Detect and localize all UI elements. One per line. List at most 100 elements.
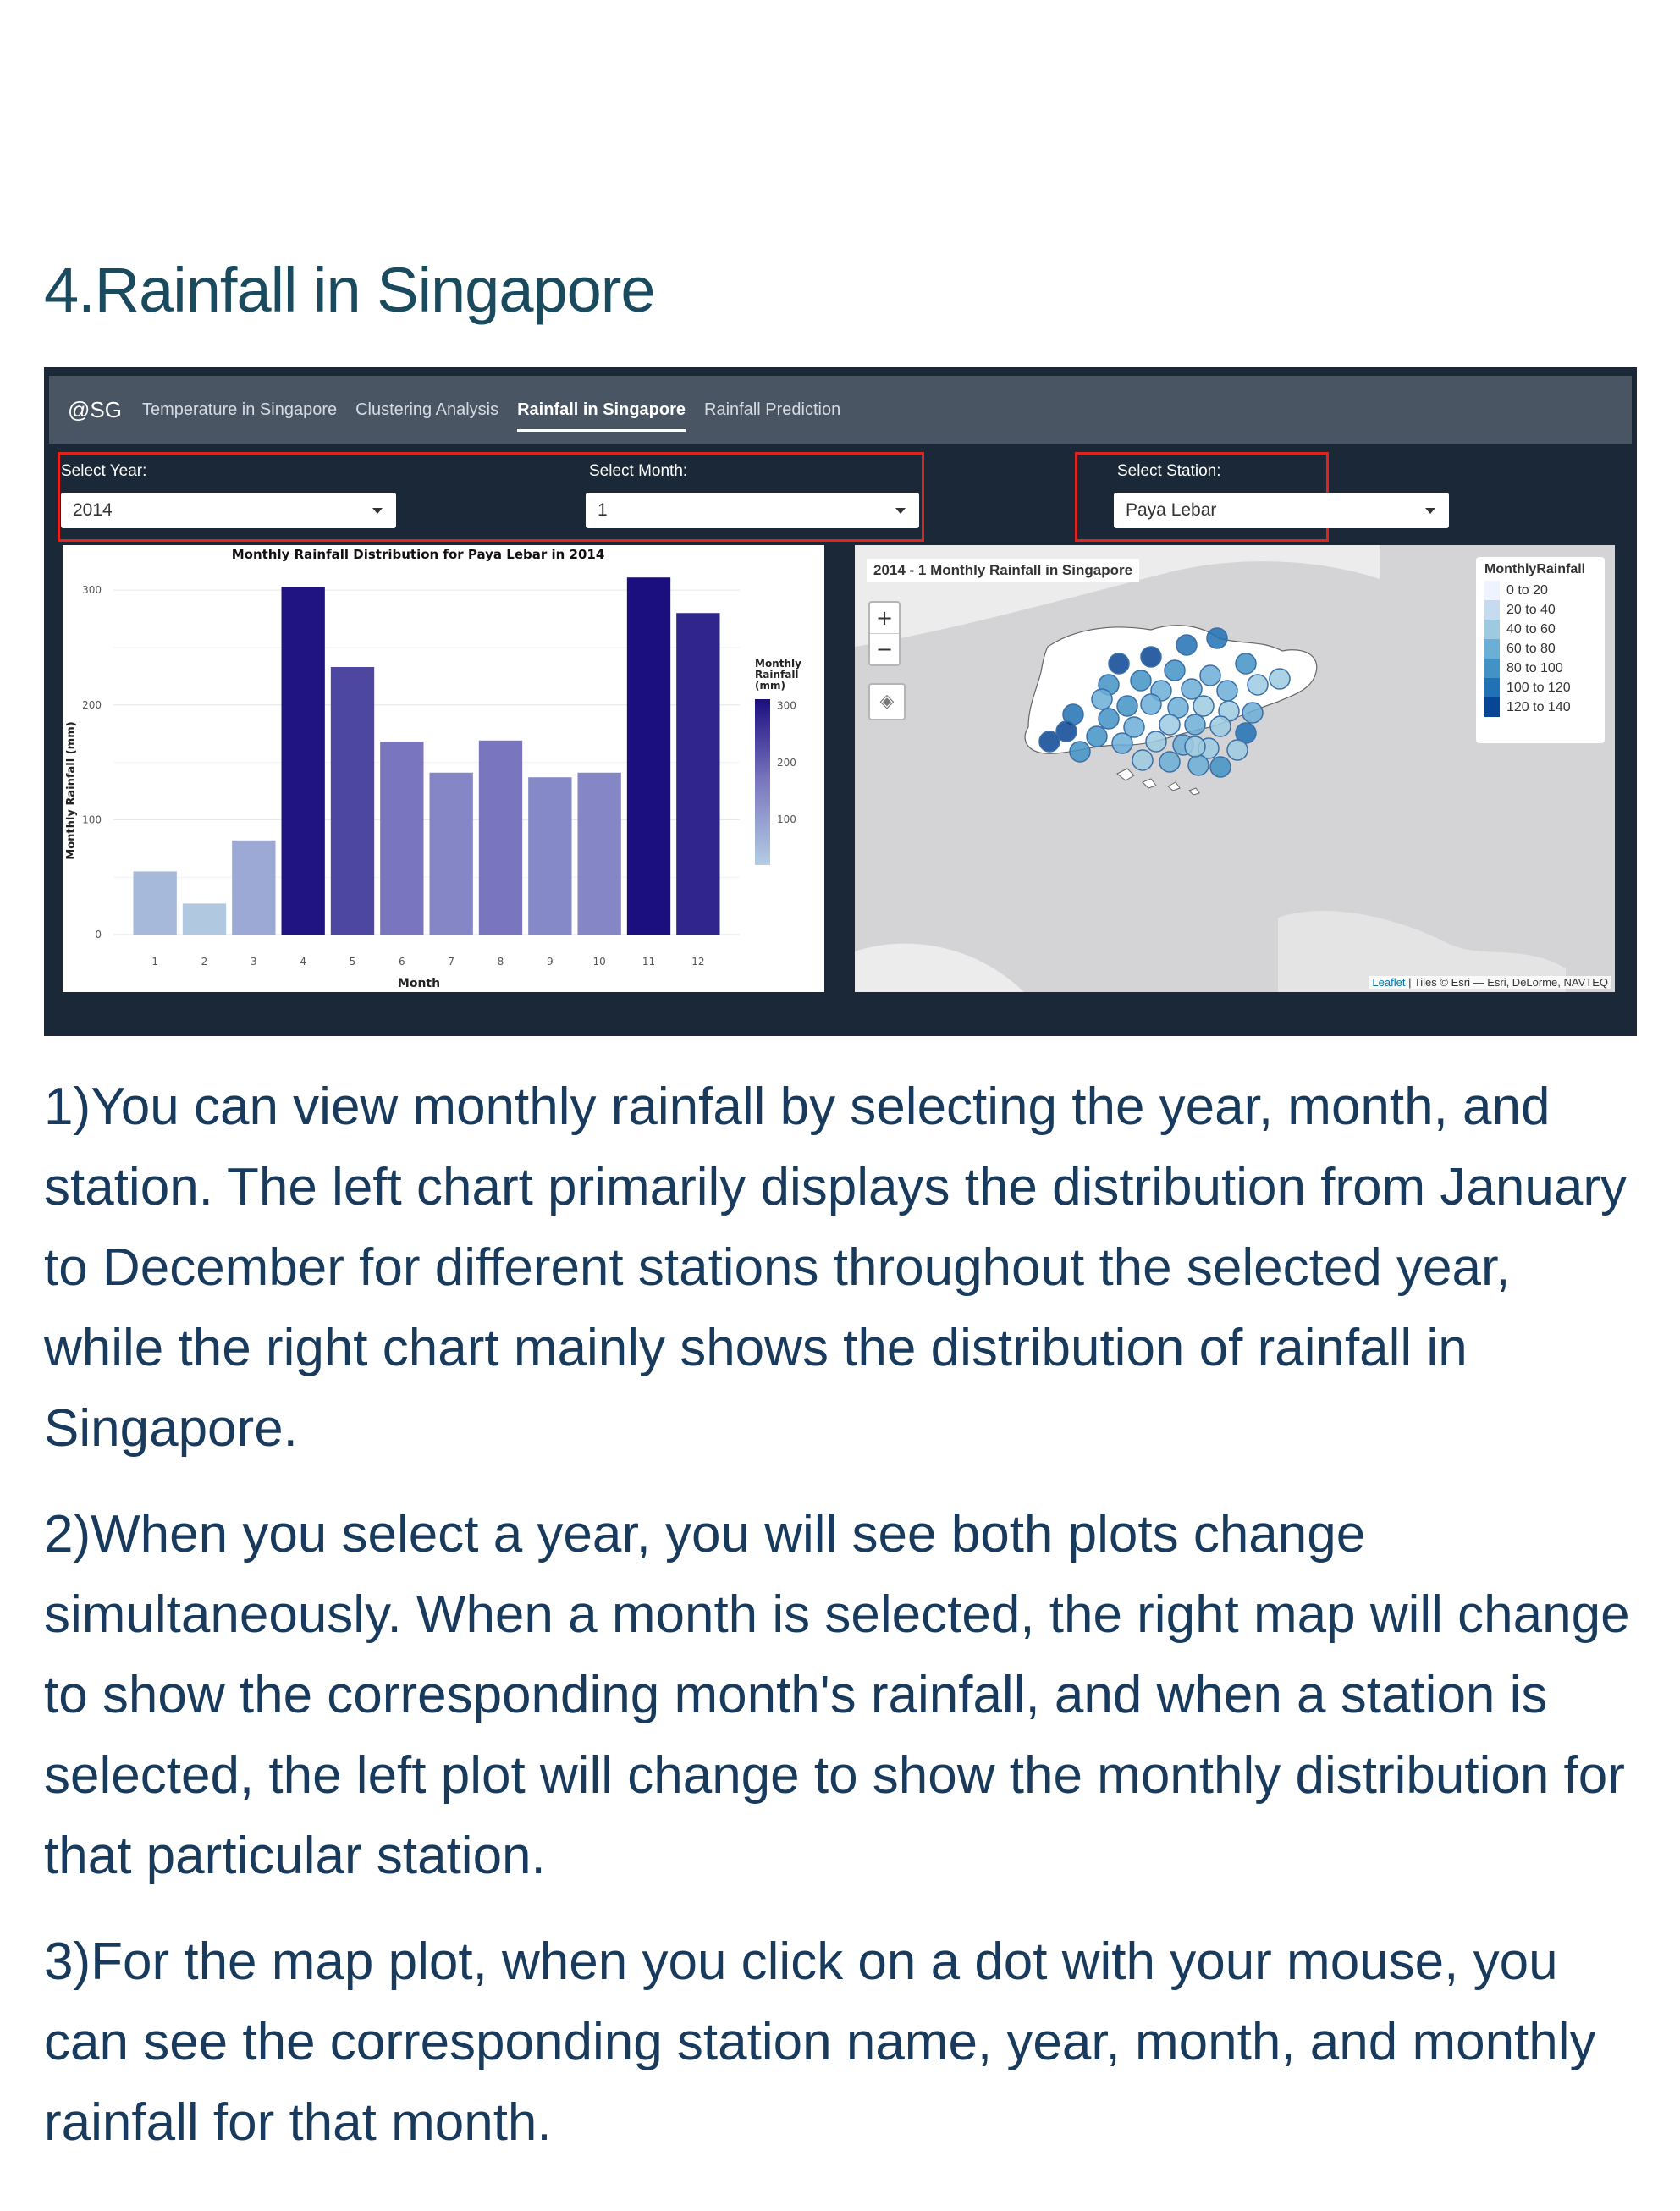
legend-item: 60 to 80 xyxy=(1484,639,1596,659)
station-select-value: Paya Lebar xyxy=(1126,500,1217,520)
station-marker[interactable] xyxy=(1226,739,1248,761)
legend-swatch xyxy=(1484,678,1500,697)
bar-month-3 xyxy=(232,840,276,935)
bar-chart-ylabel: Monthly Rainfall (mm) xyxy=(65,721,78,859)
year-select-value: 2014 xyxy=(73,500,113,520)
x-tick-label: 2 xyxy=(201,956,208,968)
bar-chart-panel: 1 2 3 4 5 6 7 8 9 10 11 12 0 100 200 300 Monthly Rainfa… xyxy=(63,545,824,992)
station-marker[interactable] xyxy=(1209,756,1231,778)
station-marker[interactable] xyxy=(1145,731,1167,753)
legend-swatch xyxy=(1484,581,1500,600)
bar-month-4 xyxy=(281,587,325,935)
bar-chart-xlabel: Month xyxy=(398,977,440,990)
station-marker[interactable] xyxy=(1132,749,1154,771)
sumatra-landmass xyxy=(855,943,1024,992)
station-marker[interactable] xyxy=(1193,695,1215,717)
year-label: Select Year: xyxy=(61,462,147,480)
month-select-value: 1 xyxy=(598,500,608,520)
station-marker[interactable] xyxy=(1206,627,1228,649)
station-marker[interactable] xyxy=(1091,688,1113,710)
legend-item: 80 to 100 xyxy=(1484,659,1596,678)
zoom-out-button[interactable]: − xyxy=(870,634,899,664)
station-marker[interactable] xyxy=(1159,751,1181,773)
tab-rainfall[interactable]: Rainfall in Singapore xyxy=(517,400,686,432)
station-label: Select Station: xyxy=(1117,462,1221,480)
colorbar-tick-label: 100 xyxy=(777,813,796,825)
station-marker[interactable] xyxy=(1086,725,1108,747)
legend-item: 120 to 140 xyxy=(1484,697,1596,717)
legend-item: 100 to 120 xyxy=(1484,678,1596,697)
legend-swatch xyxy=(1484,620,1500,639)
bar-month-5 xyxy=(330,666,375,935)
station-marker[interactable] xyxy=(1199,664,1221,686)
month-label: Select Month: xyxy=(589,462,688,480)
station-marker[interactable] xyxy=(1164,659,1186,681)
station-select[interactable]: Paya Lebar xyxy=(1114,493,1449,528)
western-islands xyxy=(1116,768,1200,796)
brand-logo[interactable]: @SG xyxy=(68,397,122,423)
layers-icon[interactable]: ◈ xyxy=(868,683,906,720)
chevron-down-icon xyxy=(895,508,906,514)
station-marker[interactable] xyxy=(1140,646,1162,668)
station-marker[interactable] xyxy=(1130,670,1152,692)
station-marker[interactable] xyxy=(1176,634,1198,656)
station-marker[interactable] xyxy=(1269,668,1291,690)
legend-label: 40 to 60 xyxy=(1506,621,1556,637)
x-tick-label: 7 xyxy=(448,956,454,968)
station-marker[interactable] xyxy=(1111,732,1133,754)
legend-swatch xyxy=(1484,659,1500,678)
tiles-attribution: | Tiles © Esri — Esri, DeLorme, NAVTEQ xyxy=(1405,976,1608,989)
station-marker[interactable] xyxy=(1069,741,1091,763)
legend-label: 120 to 140 xyxy=(1506,699,1571,714)
station-marker[interactable] xyxy=(1247,674,1269,696)
tab-clustering[interactable]: Clustering Analysis xyxy=(355,400,498,420)
x-tick-label: 9 xyxy=(547,956,554,968)
bar-month-8 xyxy=(478,740,523,935)
map-panel: 2014 - 1 Monthly Rainfall in Singapore +… xyxy=(855,545,1615,992)
navbar: @SG Temperature in Singapore Clustering … xyxy=(49,376,1632,444)
tab-temperature[interactable]: Temperature in Singapore xyxy=(142,400,337,420)
y-tick-label: 200 xyxy=(82,699,102,711)
station-marker[interactable] xyxy=(1184,714,1206,736)
station-marker[interactable] xyxy=(1098,708,1120,730)
legend-label: 0 to 20 xyxy=(1506,582,1548,598)
station-marker[interactable] xyxy=(1184,736,1206,758)
year-select[interactable]: 2014 xyxy=(61,493,396,528)
page-title: 4.Rainfall in Singapore xyxy=(44,255,656,325)
station-marker[interactable] xyxy=(1159,714,1181,736)
station-marker[interactable] xyxy=(1216,680,1238,702)
station-marker[interactable] xyxy=(1116,695,1138,717)
station-marker[interactable] xyxy=(1140,693,1162,715)
bar-chart-title: Monthly Rainfall Distribution for Paya L… xyxy=(232,547,605,562)
colorbar-title-1: Monthly xyxy=(755,658,801,670)
station-marker[interactable] xyxy=(1242,702,1264,724)
legend-title: MonthlyRainfall xyxy=(1484,562,1586,576)
legend-label: 80 to 100 xyxy=(1506,660,1563,675)
tab-prediction[interactable]: Rainfall Prediction xyxy=(704,400,840,420)
bar-month-2 xyxy=(182,903,227,935)
chevron-down-icon xyxy=(1425,508,1435,514)
colorbar-title-2: Rainfall xyxy=(755,669,799,681)
legend-item: 0 to 20 xyxy=(1484,581,1596,600)
station-marker[interactable] xyxy=(1108,653,1130,675)
month-select[interactable]: 1 xyxy=(586,493,919,528)
legend-label: 60 to 80 xyxy=(1506,641,1556,656)
colorbar-gradient xyxy=(755,699,770,865)
legend-item: 40 to 60 xyxy=(1484,620,1596,639)
zoom-in-button[interactable]: + xyxy=(870,603,899,634)
station-marker[interactable] xyxy=(1209,715,1231,737)
station-marker[interactable] xyxy=(1038,731,1060,753)
leaflet-link[interactable]: Leaflet xyxy=(1372,976,1405,989)
colorbar-tick-label: 200 xyxy=(777,757,796,769)
bar-month-6 xyxy=(380,742,424,935)
x-tick-label: 5 xyxy=(350,956,356,968)
paragraph-1: 1)You can view monthly rainfall by selec… xyxy=(44,1078,1627,1458)
chevron-down-icon xyxy=(372,508,383,514)
station-marker[interactable] xyxy=(1187,754,1209,776)
map-attribution: Leaflet | Tiles © Esri — Esri, DeLorme, … xyxy=(1369,976,1611,989)
station-marker[interactable] xyxy=(1235,653,1257,675)
paragraph-2: 2)When you select a year, you will see b… xyxy=(44,1505,1630,1885)
dashboard-screenshot: @SG Temperature in Singapore Clustering … xyxy=(44,367,1637,1036)
station-marker[interactable] xyxy=(1181,678,1203,700)
colorbar: Monthly Rainfall (mm) 100 200 300 xyxy=(755,658,801,865)
